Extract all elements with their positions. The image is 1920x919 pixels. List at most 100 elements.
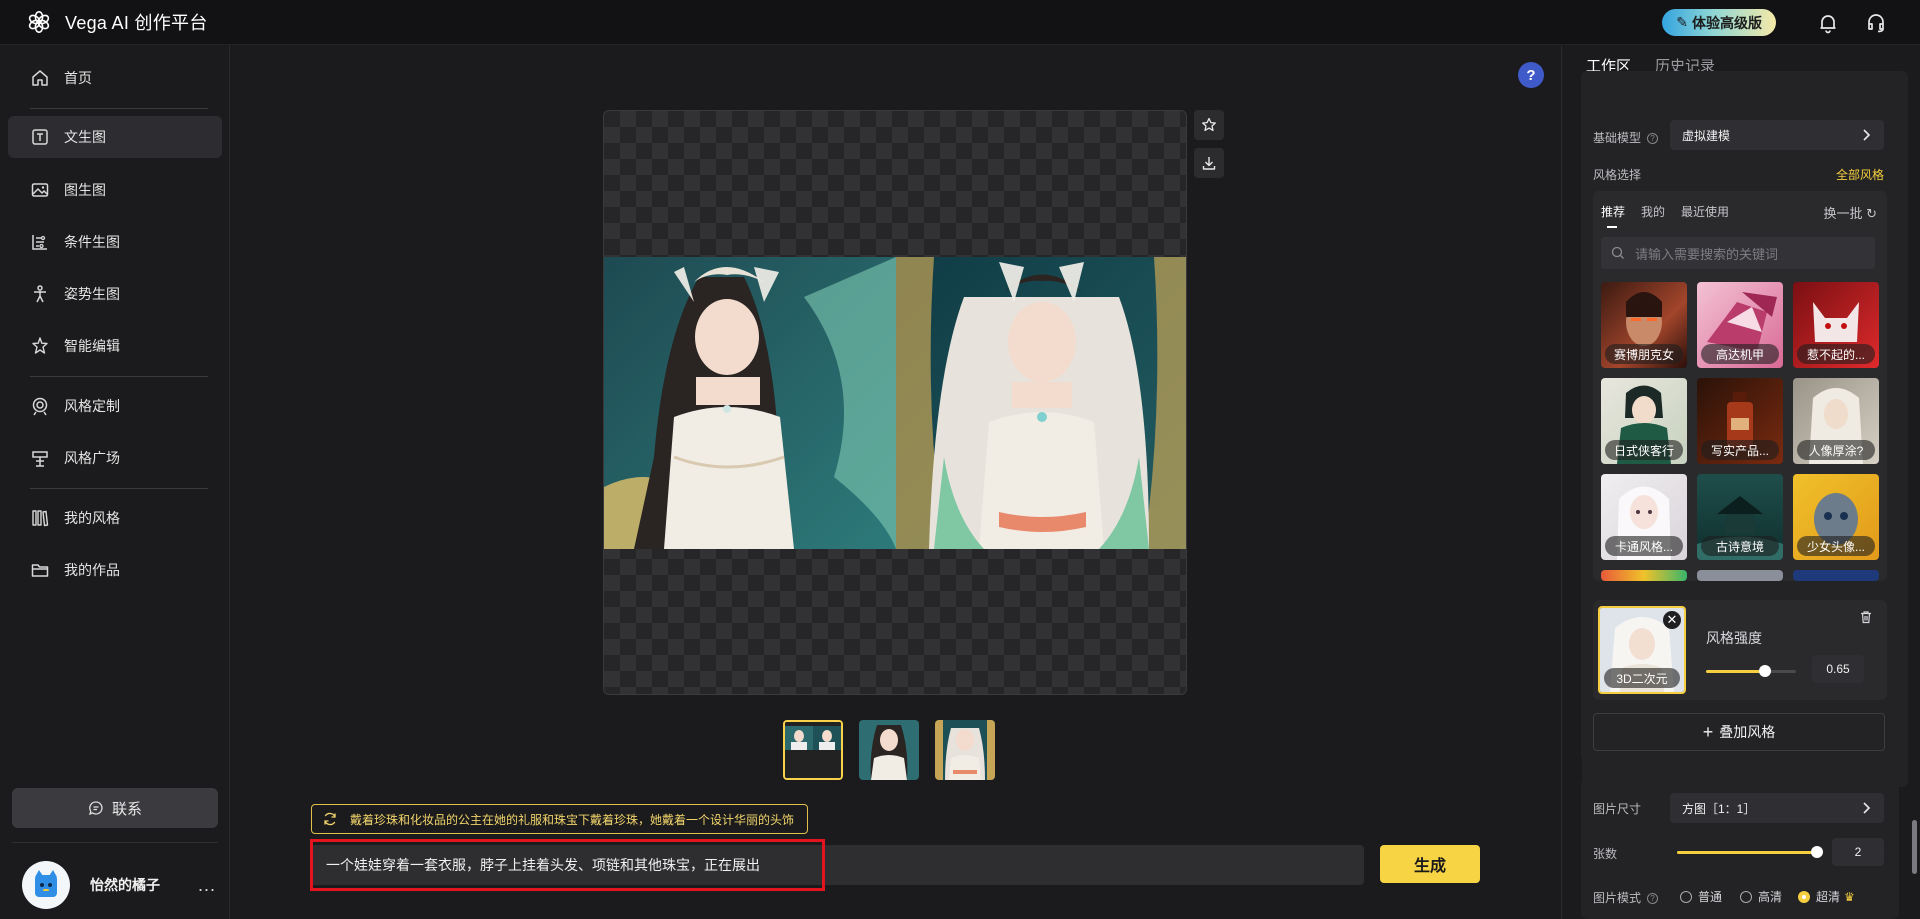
sidebar-item-style-custom[interactable]: 风格定制 [8,385,222,427]
crown-icon: ♛ [1844,889,1855,904]
more-options-button[interactable]: ... [198,875,216,896]
sidebar-item-text-to-image[interactable]: 文生图 [8,116,222,158]
sidebar-item-label: 风格广场 [64,450,120,466]
smart-edit-icon [32,337,48,354]
sidebar-item-label: 图生图 [64,182,106,198]
style-tile-label: 人像厚涂? [1797,440,1875,460]
contact-button[interactable]: 联系 [12,788,218,828]
try-pro-button[interactable]: ✎ 体验高级版 [1662,9,1776,36]
mode-label: 高清 [1758,890,1783,904]
style-tab-recent[interactable]: 最近使用 [1681,203,1729,220]
mode-label: 超清 [1816,890,1841,904]
style-tile-label: 惹不起的... [1797,344,1875,364]
slider-fill [1677,851,1817,854]
mode-hd-radio[interactable]: 高清 [1740,888,1782,905]
style-tile-cyberpunk[interactable]: 赛博朋克女 [1601,282,1687,368]
prompt-suggestion-text: 戴着珍珠和化妆品的公主在她的礼服和珠宝下戴着珍珠，她戴着一个设计华丽的头饰 [350,812,795,827]
style-tile-label: 高达机甲 [1701,344,1779,364]
selected-style-thumbnail[interactable]: ✕ 3D二次元 [1598,606,1686,694]
favorite-button[interactable] [1194,110,1224,140]
style-tile-label: 写实产品... [1701,440,1779,460]
sidebar-item-my-style[interactable]: 我的风格 [8,497,222,539]
base-model-label-text: 基础模型 [1593,131,1642,145]
sidebar-item-condition[interactable]: 条件生图 [8,221,222,263]
help-button[interactable]: ? [1518,62,1544,88]
thumbnail-1[interactable] [859,720,919,780]
remove-style-button[interactable]: ✕ [1663,611,1681,629]
swap-batch-button[interactable]: 换一批 ↻ [1823,203,1877,222]
slider-knob[interactable] [1758,665,1771,677]
top-bar: Vega AI 创作平台 ✎ 体验高级版 [0,0,1920,45]
plus-icon: + [1702,721,1714,742]
style-tile-gundam[interactable]: 高达机甲 [1697,282,1783,368]
brush-icon: ✎ [1676,14,1688,30]
divider [30,376,208,377]
all-styles-link[interactable]: 全部风格 [1836,166,1884,183]
style-tile-partial[interactable] [1601,570,1687,581]
generate-button[interactable]: 生成 [1380,845,1480,883]
style-tab-mine[interactable]: 我的 [1641,203,1665,220]
app-title: Vega AI 创作平台 [65,13,208,33]
notification-button[interactable] [1806,0,1850,45]
sidebar-item-smart-edit[interactable]: 智能编辑 [8,325,222,367]
thumbnail-image [935,720,995,780]
sidebar-item-style-square[interactable]: 风格广场 [8,437,222,479]
style-tile-samurai[interactable]: 日式侠客行 [1601,378,1687,464]
condition-icon [32,235,47,250]
my-style-icon [32,510,49,527]
style-tile-cat[interactable]: 惹不起的... [1793,282,1879,368]
sidebar-item-home[interactable]: 首页 [8,57,222,99]
base-model-select[interactable]: 虚拟建模 [1670,120,1884,150]
sidebar-item-image-to-image[interactable]: 图生图 [8,169,222,211]
image-canvas [603,110,1187,695]
search-icon [1611,246,1624,259]
prompt-suggestion[interactable]: 戴着珍珠和化妆品的公主在她的礼服和珠宝下戴着珍珠，她戴着一个设计华丽的头饰 [311,804,808,834]
chevron-right-icon [1863,802,1871,814]
count-slider[interactable] [1677,846,1823,858]
thumbnail-2[interactable] [935,720,995,780]
style-custom-icon [32,397,48,416]
mode-normal-radio[interactable]: 普通 [1680,888,1722,905]
generated-image[interactable] [604,257,1186,549]
download-button[interactable] [1194,148,1224,178]
chat-icon [88,801,103,816]
style-strength-value[interactable]: 0.65 [1812,655,1864,683]
style-tile-cartoon[interactable]: 卡通风格... [1601,474,1687,560]
sidebar-item-label: 我的作品 [64,562,120,578]
style-strength-slider[interactable] [1706,665,1796,677]
thumbnail-combined[interactable] [783,720,843,780]
slider-knob[interactable] [1811,846,1823,858]
sidebar-item-my-works[interactable]: 我的作品 [8,549,222,591]
sidebar-item-label: 我的风格 [64,510,120,526]
generated-image-art [604,257,1186,549]
thumbnail-image [859,720,919,780]
sidebar-item-pose[interactable]: 姿势生图 [8,273,222,315]
base-model-value: 虚拟建模 [1682,128,1731,143]
image-mode-label: 图片模式? [1593,889,1659,906]
support-button[interactable] [1854,0,1898,45]
mode-label: 普通 [1698,890,1723,904]
style-tab-recommended[interactable]: 推荐 [1601,203,1625,228]
mode-uhd-radio[interactable]: 超清 ♛ [1798,888,1855,905]
selected-style-label: 3D二次元 [1604,668,1680,688]
sidebar-item-label: 风格定制 [64,398,120,414]
user-profile[interactable]: 怡然的橘子 ... [22,858,222,912]
divider [30,488,208,489]
style-tile-girl-avatar[interactable]: 少女头像... [1793,474,1879,560]
style-tile-product[interactable]: 写实产品... [1697,378,1783,464]
image-mode-label-text: 图片模式 [1593,891,1642,905]
style-tile-partial[interactable] [1793,570,1879,581]
style-tile-portrait[interactable]: 人像厚涂? [1793,378,1879,464]
headset-icon [1868,13,1884,32]
style-tile-label: 古诗意境 [1701,536,1779,556]
image-size-select[interactable]: 方图［1：1］ [1670,793,1884,823]
style-tile-partial[interactable] [1697,570,1783,581]
style-search-input[interactable]: 请输入需要搜索的关键词 [1601,237,1875,269]
count-value[interactable]: 2 [1832,838,1884,866]
add-style-button[interactable]: + 叠加风格 [1593,713,1885,751]
style-tile-poetry[interactable]: 古诗意境 [1697,474,1783,560]
panel-scrollbar[interactable] [1912,820,1917,874]
app-logo[interactable]: Vega AI 创作平台 [26,9,208,35]
trash-icon[interactable] [1859,610,1873,624]
add-style-label: 叠加风格 [1719,724,1776,740]
